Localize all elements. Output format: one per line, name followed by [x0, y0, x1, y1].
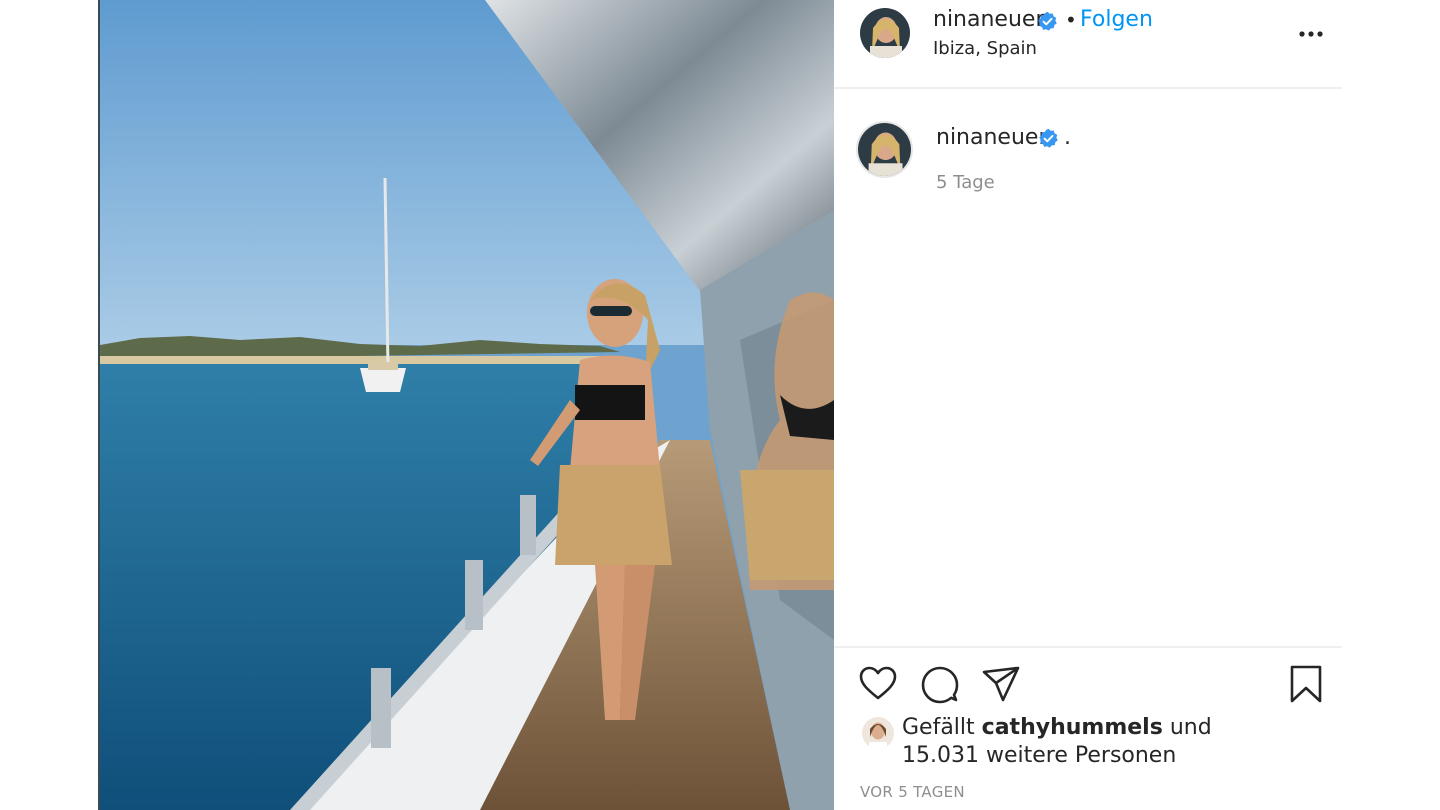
liker-username[interactable]: cathyhummels — [982, 715, 1163, 740]
paper-plane-icon[interactable] — [981, 664, 1021, 704]
caption-timestamp[interactable]: 5 Tage — [936, 172, 995, 193]
likes-count[interactable]: 15.031 — [902, 743, 979, 768]
likes-prefix: Gefällt — [902, 715, 975, 740]
right-margin — [1342, 0, 1440, 810]
profile-picture-icon — [858, 123, 911, 176]
header-avatar[interactable] — [860, 8, 910, 58]
bookmark-icon[interactable] — [1286, 664, 1326, 704]
header-username[interactable]: ninaneuer — [933, 7, 1044, 32]
likes-count-button[interactable]: 15.031 weitere Personen — [902, 743, 1176, 768]
post-photo[interactable] — [100, 0, 834, 810]
header-divider — [834, 87, 1342, 89]
verified-badge-icon — [1039, 128, 1058, 148]
profile-picture-icon — [860, 8, 910, 58]
caption-avatar[interactable] — [856, 121, 913, 178]
likes-and: und — [1169, 715, 1212, 740]
heart-icon[interactable] — [858, 664, 898, 704]
yacht-photo-image — [100, 0, 834, 810]
likes-suffix[interactable]: weitere Personen — [986, 743, 1176, 768]
post-date[interactable]: VOR 5 TAGEN — [860, 783, 965, 801]
caption-username[interactable]: ninaneuer — [936, 125, 1047, 150]
liker-avatar[interactable] — [862, 717, 894, 749]
verified-badge-icon — [1038, 11, 1057, 31]
profile-picture-icon — [862, 717, 894, 749]
actions-divider — [834, 646, 1342, 648]
likes-summary: Gefällt cathyhummels und — [902, 715, 1212, 740]
post-location[interactable]: Ibiza, Spain — [933, 38, 1037, 59]
header-separator: • — [1065, 8, 1077, 32]
comment-icon[interactable] — [920, 664, 960, 704]
more-horizontal-icon[interactable] — [1297, 22, 1325, 46]
caption-text: . — [1064, 125, 1071, 150]
follow-button[interactable]: Folgen — [1080, 7, 1153, 32]
post-side-panel: ninaneuer • Folgen Ibiza, Spain ninaneue… — [834, 0, 1342, 810]
